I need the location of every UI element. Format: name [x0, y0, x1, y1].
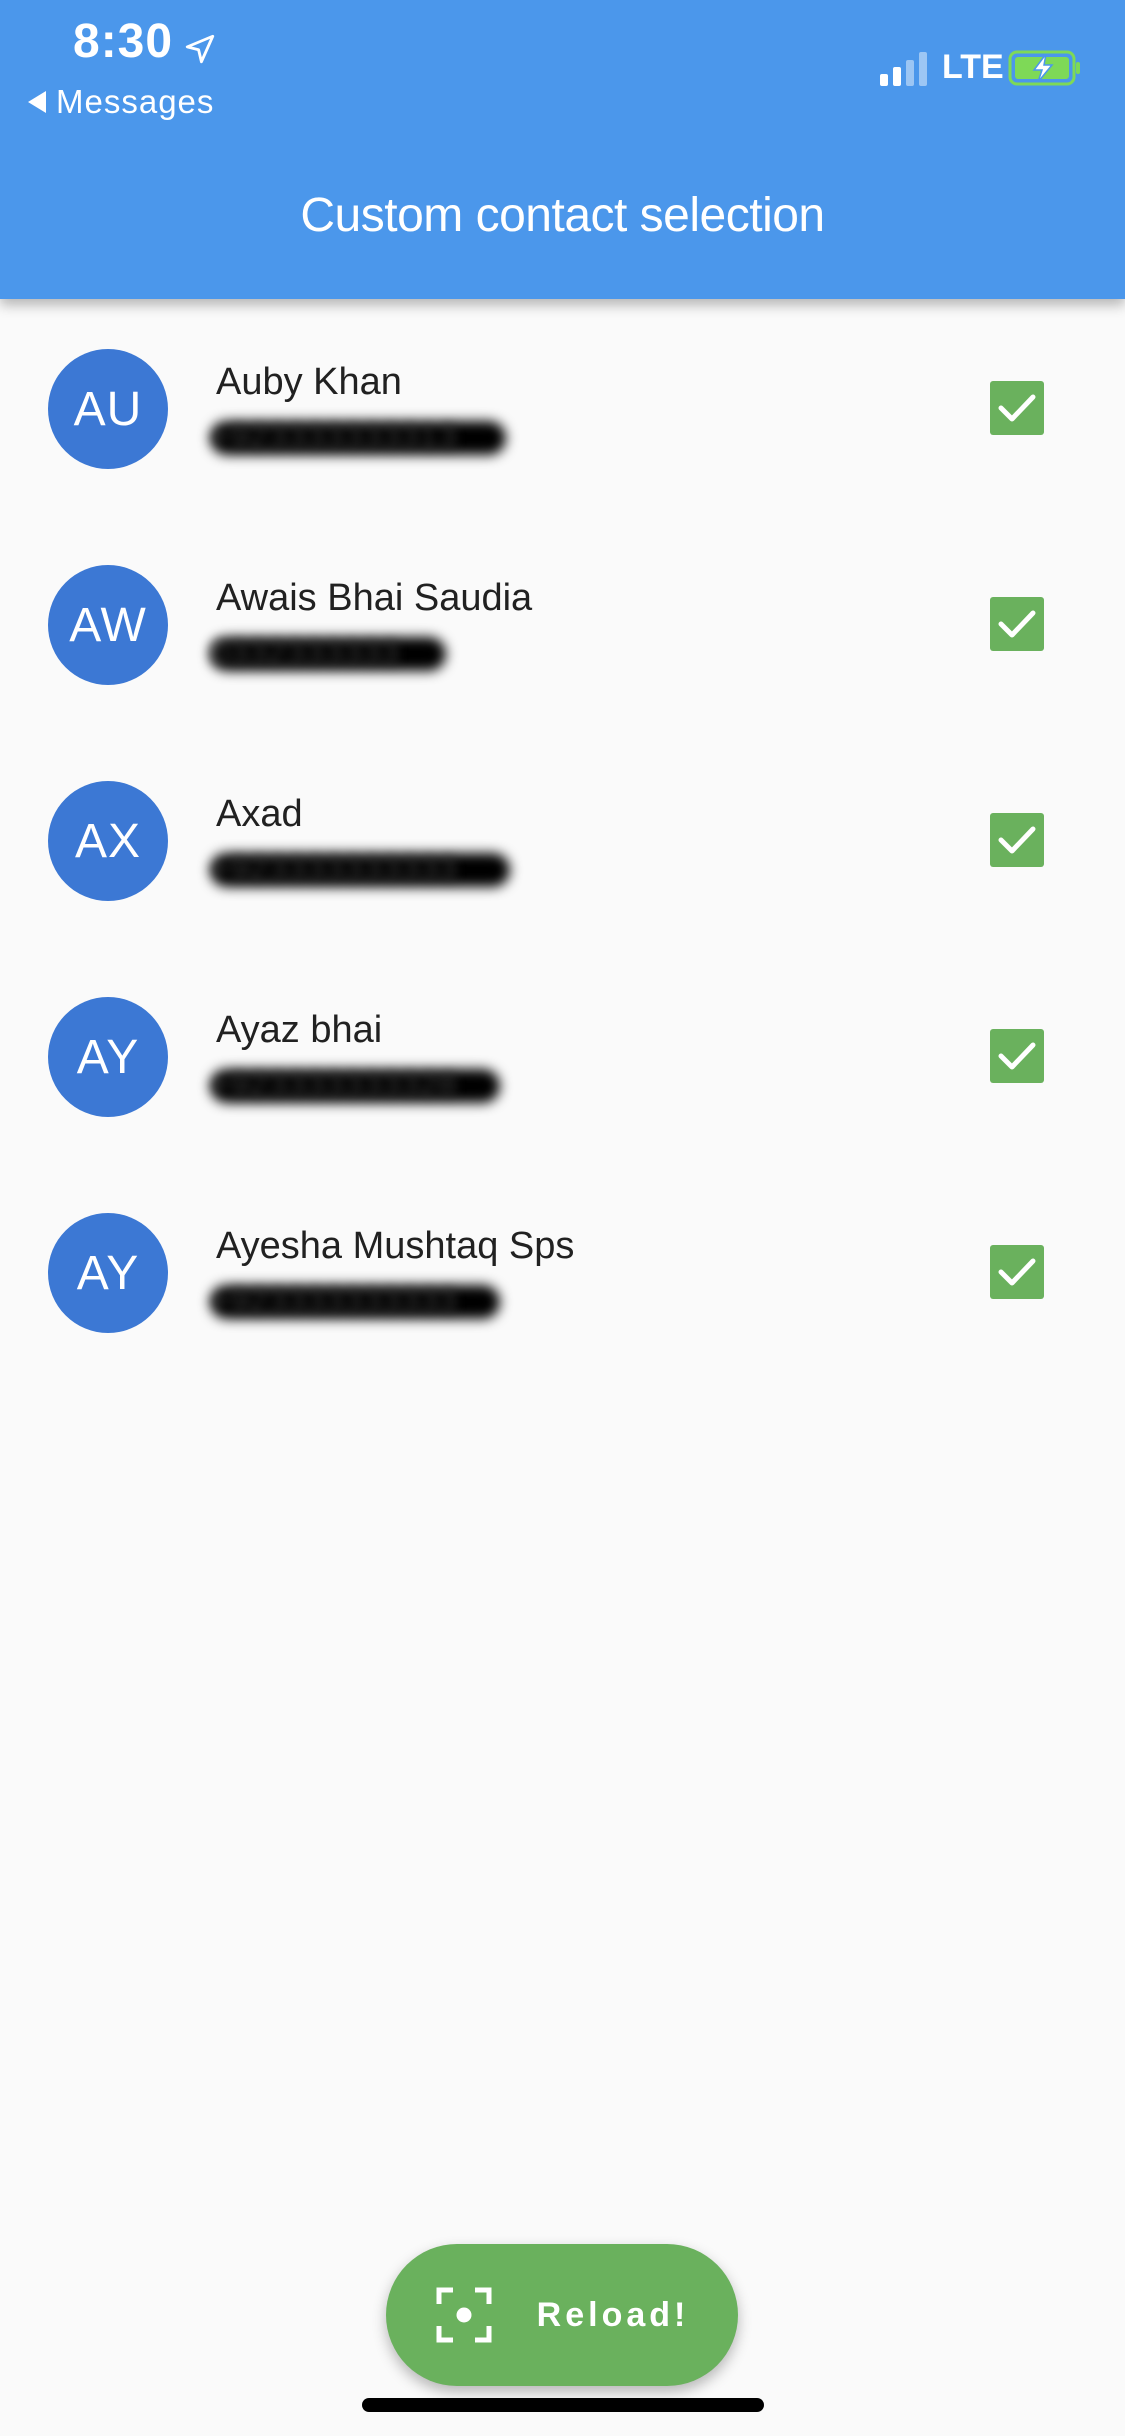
contact-name: Auby Khan — [216, 361, 402, 403]
back-caret-icon — [28, 91, 46, 113]
contact-phone-redacted: 0332333333 — [210, 633, 446, 673]
contact-name: Axad — [216, 793, 303, 835]
contact-avatar: AY — [48, 997, 168, 1117]
contact-phone-redacted: +923333333313 — [210, 417, 506, 457]
back-label: Messages — [56, 83, 215, 120]
contact-row[interactable]: AY Ayesha Mushtaq Sps +923333333333 — [0, 1163, 1125, 1379]
contact-select-checkbox[interactable] — [990, 1029, 1044, 1083]
app-bar: 8:30 Messages LTE Custom contact selecti… — [0, 0, 1125, 299]
contact-name: Awais Bhai Saudia — [216, 577, 533, 619]
back-to-messages-link[interactable]: Messages — [28, 82, 214, 122]
location-arrow-icon — [185, 34, 215, 64]
contact-phone: +923333333333 — [210, 849, 457, 888]
status-time: 8:30 — [73, 15, 174, 68]
contact-phone-redacted: +923333333333 — [210, 1281, 500, 1321]
contact-phone: +923333333313 — [210, 417, 457, 456]
contact-select-checkbox[interactable] — [990, 381, 1044, 435]
contact-select-checkbox[interactable] — [990, 1245, 1044, 1299]
contact-list: AU Auby Khan +923333333313 AW Awais Bhai… — [0, 299, 1125, 1379]
network-type: LTE — [942, 48, 1004, 86]
checkmark-icon — [998, 826, 1036, 854]
contact-phone-redacted: +923333333333 — [210, 849, 510, 889]
checkmark-icon — [998, 610, 1036, 638]
contact-select-checkbox[interactable] — [990, 813, 1044, 867]
contact-avatar: AU — [48, 349, 168, 469]
home-indicator[interactable] — [362, 2398, 764, 2412]
contact-avatar: AY — [48, 1213, 168, 1333]
contact-row[interactable]: AU Auby Khan +923333333313 — [0, 299, 1125, 515]
contact-phone: 0332333333 — [210, 633, 400, 672]
contact-avatar: AX — [48, 781, 168, 901]
contact-select-checkbox[interactable] — [990, 597, 1044, 651]
contact-avatar: AW — [48, 565, 168, 685]
contact-name: Ayaz bhai — [216, 1009, 383, 1051]
page-title: Custom contact selection — [300, 189, 825, 242]
center-focus-icon — [436, 2287, 492, 2343]
contact-row[interactable]: AW Awais Bhai Saudia 0332333333 — [0, 515, 1125, 731]
contact-phone-redacted: +923333333328 — [210, 1065, 500, 1105]
checkmark-icon — [998, 394, 1036, 422]
contact-row[interactable]: AX Axad +923333333333 — [0, 731, 1125, 947]
checkmark-icon — [998, 1042, 1036, 1070]
checkmark-icon — [998, 1258, 1036, 1286]
contact-phone: +923333333328 — [210, 1065, 457, 1104]
contact-row[interactable]: AY Ayaz bhai +923333333328 — [0, 947, 1125, 1163]
reload-button-label: Reload! — [536, 2295, 690, 2334]
reload-button[interactable]: Reload! — [386, 2244, 738, 2386]
contact-name: Ayesha Mushtaq Sps — [216, 1225, 575, 1267]
battery-charging-icon — [1008, 50, 1080, 86]
contact-phone: +923333333333 — [210, 1281, 457, 1320]
cellular-signal-icon — [880, 52, 927, 86]
